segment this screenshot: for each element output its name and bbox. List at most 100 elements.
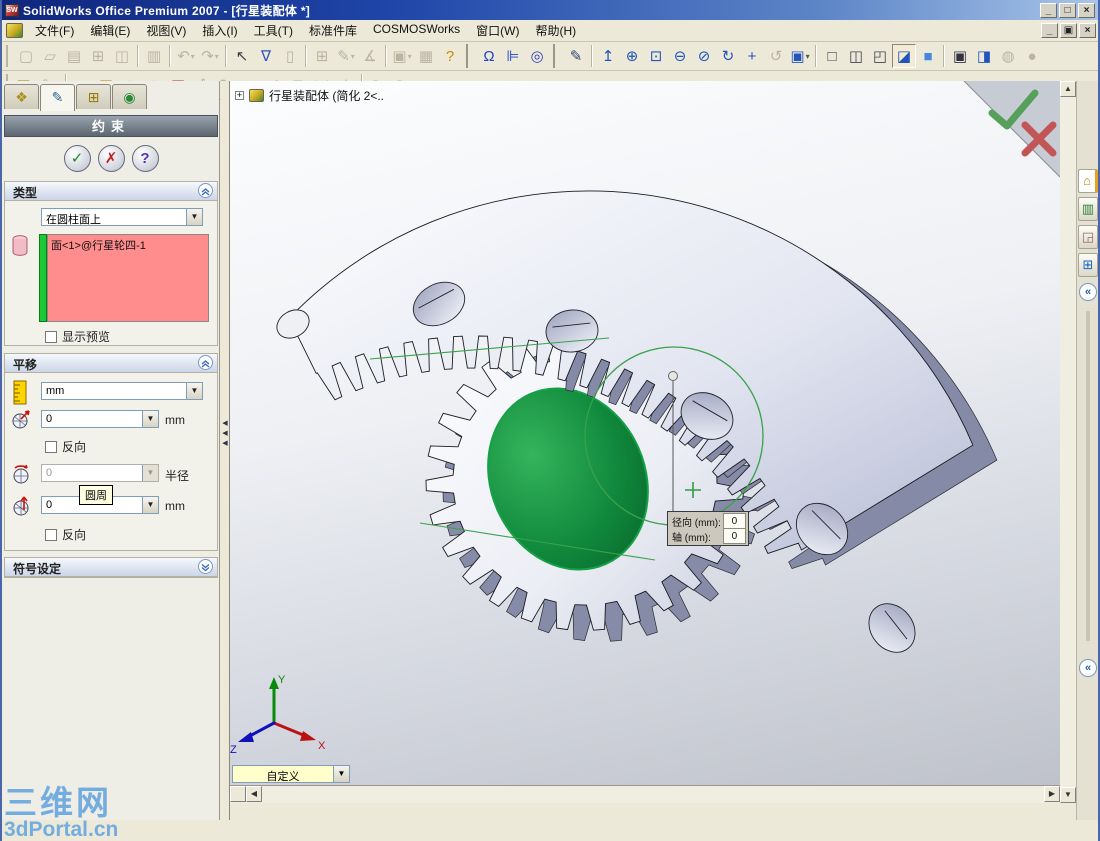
tab-featuremanager[interactable]: ❖ (4, 84, 39, 109)
selection-filter-icon[interactable]: ∇ (254, 44, 278, 68)
vertical-scrollbar[interactable]: ▲ ▼ (1060, 81, 1076, 803)
tab-propertymanager[interactable]: ✎ (40, 84, 75, 111)
app-icon: SW (5, 3, 19, 17)
zoom-in-out-icon[interactable]: ⊖ (668, 44, 692, 68)
section-view-icon[interactable]: ◨ (972, 44, 996, 68)
mate-type-combo[interactable]: 在圆柱面上 ▼ (41, 208, 203, 226)
show-preview-checkbox[interactable] (45, 330, 57, 343)
panel-splitter[interactable]: ◀ ◀ ◀ (221, 81, 230, 820)
chevron-down-icon[interactable]: ▼ (186, 383, 202, 399)
units-combo[interactable]: mm ▼ (41, 382, 203, 400)
tree-expand-icon[interactable]: + (235, 91, 244, 100)
menu-item-6[interactable]: COSMOSWorks (365, 20, 468, 42)
menu-item-7[interactable]: 窗口(W) (468, 20, 527, 42)
expand-chevron-icon[interactable] (198, 559, 213, 574)
measure-icon[interactable]: Ω (477, 44, 501, 68)
pan-icon[interactable]: + (740, 44, 764, 68)
menu-item-2[interactable]: 视图(V) (138, 20, 194, 42)
toolbar-grip[interactable] (6, 45, 11, 67)
scroll-up-icon[interactable]: ▲ (1060, 81, 1076, 97)
task-pane-search-icon[interactable]: ⊞ (1078, 253, 1098, 277)
menu-item-5[interactable]: 标准件库 (301, 20, 365, 42)
menu-item-0[interactable]: 文件(F) (27, 20, 82, 42)
toolbar-separator (943, 45, 945, 67)
wireframe-icon[interactable]: □ (820, 44, 844, 68)
toolbar-separator (815, 45, 817, 67)
select-icon[interactable]: ↖ (230, 44, 254, 68)
hidden-lines-visible-icon[interactable]: ◫ (844, 44, 868, 68)
assembly-icon (249, 89, 264, 102)
zoom-fit-icon[interactable]: ⊕ (620, 44, 644, 68)
maximize-button[interactable]: □ (1059, 2, 1076, 18)
view-orientation-combo[interactable]: 自定义 ▼ (232, 765, 350, 783)
ok-button[interactable]: ✓ (63, 145, 91, 172)
help-icon[interactable]: ? (438, 44, 462, 68)
translate-axis-icon (10, 408, 32, 430)
standard-views-icon[interactable]: ▣ ▾ (788, 44, 812, 68)
scroll-down-icon[interactable]: ▼ (1060, 787, 1076, 803)
horizontal-scrollbar[interactable]: ◀ ▶ (230, 786, 1060, 803)
open-document-icon: ▱ (44, 48, 56, 65)
shaded-with-edges-icon[interactable]: ◪ (892, 44, 916, 68)
menu-item-8[interactable]: 帮助(H) (527, 20, 584, 42)
distance-input[interactable]: 0 ▼ (41, 410, 159, 428)
tab-configurationmanager[interactable]: ⊞ (76, 84, 111, 109)
cancel-button[interactable]: ✗ (97, 145, 125, 172)
shaded-icon[interactable]: ■ (916, 44, 940, 68)
menu-item-4[interactable]: 工具(T) (246, 20, 301, 42)
collapse-chevron-icon[interactable] (198, 355, 213, 370)
circumference-unit-label: mm (165, 499, 185, 513)
zoom-selection-icon[interactable]: ⊘ (692, 44, 716, 68)
view-orientation-icon[interactable]: ↥ (596, 44, 620, 68)
radius-axis-icon (10, 462, 32, 484)
chevron-down-icon[interactable]: ▼ (333, 766, 349, 782)
doc-restore-button[interactable]: ▣ (1060, 23, 1077, 38)
flip-direction2-label: 反向 (62, 528, 87, 542)
menu-item-1[interactable]: 编辑(E) (82, 20, 138, 42)
graphics-viewport[interactable]: Y X Z + 行星装配体 (简化 2<.. 径向 (mm): 0 轴 (mm):… (230, 81, 1060, 786)
zoom-wand-icon[interactable]: ✎ (564, 44, 588, 68)
view-settings-icon: ▣ ▾ (392, 48, 412, 65)
annotation-icon[interactable]: ⊫ (501, 44, 525, 68)
collapse-arrow-icon: ◀ (222, 440, 228, 447)
task-pane-collapse-button-bottom[interactable]: « (1079, 659, 1097, 677)
hidden-lines-removed-icon[interactable]: ◰ (868, 44, 892, 68)
viewport-feature-tree[interactable]: + 行星装配体 (简化 2<.. (235, 87, 384, 104)
chevron-down-icon[interactable]: ▼ (186, 209, 202, 225)
group-symbols-header[interactable]: 符号设定 (5, 558, 217, 577)
performance-icon[interactable]: ◎ (525, 44, 549, 68)
task-pane-collapse-button[interactable]: « (1079, 283, 1097, 301)
minimize-button[interactable]: _ (1040, 2, 1057, 18)
standard-toolbar: ▢ ▱ ▤ ⊞ ◫ ▥ ↶ ▾ ↷ ▾ ↖ ∇ ▯ ⊞ ✎ ▾ ∡ ▣ ▾ ▦? Ω ⊫ ◎ ✎ ↥ ⊕ ⊡ ⊖ ⊘ ↻ + ↺ ▣ ▾ □ ◫ ◰ ◪ ■… (2, 42, 1098, 71)
task-pane-splitter[interactable] (1085, 311, 1090, 641)
flip-direction2-checkbox[interactable] (45, 528, 57, 541)
tab-cosmos[interactable]: ◉ (112, 84, 147, 109)
task-pane-home-icon[interactable]: ⌂ (1078, 169, 1098, 193)
chevron-down-icon[interactable]: ▼ (142, 497, 158, 513)
group-translate-header[interactable]: 平移 (5, 354, 217, 373)
mate-selections-box[interactable]: 面<1>@行星轮四-1 (47, 234, 209, 322)
make-assembly-icon: ◫ (114, 48, 130, 65)
shadows-icon[interactable]: ▣ (948, 44, 972, 68)
print-icon: ▥ (146, 48, 162, 65)
menu-item-3[interactable]: 插入(I) (194, 20, 245, 42)
zoom-area-icon[interactable]: ⊡ (644, 44, 668, 68)
flip-direction-checkbox[interactable] (45, 440, 57, 453)
scroll-right-icon[interactable]: ▶ (1044, 786, 1060, 802)
task-pane-design-library-icon[interactable]: ▥ (1078, 197, 1098, 221)
doc-minimize-button[interactable]: _ (1041, 23, 1058, 38)
title-bar: SW SolidWorks Office Premium 2007 - [行星装… (2, 0, 1098, 20)
rotate-view-icon[interactable]: ↻ (716, 44, 740, 68)
task-pane-file-explorer-icon[interactable]: ◲ (1078, 225, 1098, 249)
help-button[interactable]: ? (131, 145, 159, 172)
close-button[interactable]: × (1078, 2, 1095, 18)
model-canvas[interactable]: Y X Z (230, 81, 1060, 786)
collapse-chevron-icon[interactable] (198, 183, 213, 198)
scroll-left-icon[interactable]: ◀ (246, 786, 262, 802)
group-type-header[interactable]: 类型 (5, 182, 217, 201)
doc-close-button[interactable]: × (1079, 23, 1096, 38)
triad-z-label: Z (230, 744, 237, 756)
chevron-down-icon[interactable]: ▼ (142, 411, 158, 427)
scroll-split-box[interactable] (230, 786, 246, 802)
collapse-arrow-icon: ◀ (222, 420, 228, 427)
